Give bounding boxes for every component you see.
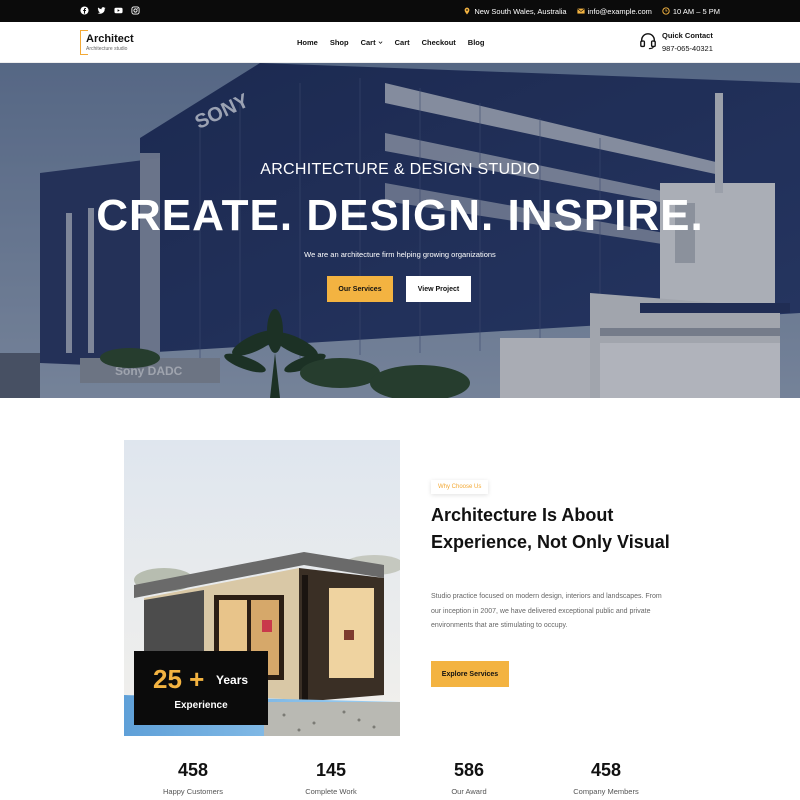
phone-number[interactable]: 987-065-40321 [662,44,713,53]
site-header: Architect Architecture studio Home Shop … [0,22,800,63]
hero-title: CREATE. DESIGN. INSPIRE. [96,191,704,240]
main-nav: Home Shop Cart Cart Checkout Blog [297,22,496,63]
map-pin-icon [464,7,470,15]
contact-info: New South Wales, Australia info@example.… [463,0,720,22]
stat-number: 458 [590,760,622,780]
stat-label: Our Award [451,787,487,796]
experience-plus: + [189,664,205,694]
stat-company-members: 458 Company Members [546,760,666,796]
nav-checkout[interactable]: Checkout [422,38,456,47]
nav-blog-label: Blog [467,38,485,47]
email-info[interactable]: info@example.com [576,6,652,16]
logo-subtitle: Architecture studio [86,46,128,52]
view-project-button[interactable]: View Project [406,276,471,302]
clock-icon [662,7,670,15]
nav-blog[interactable]: Blog [468,38,485,47]
facebook-icon[interactable] [80,6,89,15]
stat-label: Happy Customers [162,787,224,796]
nav-home-label: Home [297,38,318,47]
experience-years: Years [216,673,249,687]
social-links [80,6,140,15]
hero-section: SONY Sony DADC ARCHITECTURE & DESIGN STU… [0,63,800,398]
experience-value: 25 [153,664,182,694]
headset-icon [640,33,656,50]
instagram-icon[interactable] [131,6,140,15]
chevron-down-icon [378,41,383,44]
quick-contact-label: Quick Contact [662,31,713,40]
stat-number: 145 [315,760,347,780]
email-text: info@example.com [587,6,652,16]
why-choose-us-badge: Why Choose Us [431,480,489,494]
nav-shop[interactable]: Shop [330,38,349,47]
our-services-button[interactable]: Our Services [327,276,393,302]
about-text: Studio practice focused on modern design… [431,593,662,629]
twitter-icon[interactable] [97,6,106,15]
stat-our-award: 586 Our Award [409,760,529,796]
youtube-icon[interactable] [114,6,123,15]
stat-happy-customers: 458 Happy Customers [133,760,253,796]
experience-number: 25 + [153,664,204,695]
nav-shop-label: Shop [329,38,349,47]
nav-cart[interactable]: Cart [395,38,410,47]
logo-title: Architect [86,33,134,45]
hero-subtitle: ARCHITECTURE & DESIGN STUDIO [260,161,540,178]
nav-cart-label: Cart [360,38,376,47]
top-bar: New South Wales, Australia info@example.… [0,0,800,22]
stat-number: 458 [177,760,209,780]
hero-description: We are an architecture firm helping grow… [304,250,496,259]
location-text: New South Wales, Australia [474,6,567,16]
nav-cart-dropdown[interactable]: Cart [361,38,383,47]
nav-checkout-label: Checkout [421,38,456,47]
stat-number: 586 [453,760,485,780]
experience-badge: 25 + Years Experience [134,651,268,725]
logo[interactable]: Architect Architecture studio [80,30,136,55]
about-title: Architecture Is About Experience, Not On… [431,505,670,552]
nav-cart-label: Cart [394,38,410,47]
stat-complete-work: 145 Complete Work [271,760,391,796]
stat-label: Company Members [573,787,639,796]
location-info: New South Wales, Australia [463,6,567,16]
stat-label: Complete Work [305,787,357,796]
nav-home[interactable]: Home [297,38,318,47]
experience-label: Experience [174,700,228,711]
envelope-icon [576,8,585,14]
explore-services-button[interactable]: Explore Services [431,661,509,687]
hours-text: 10 AM – 5 PM [672,6,720,16]
hours-info: 10 AM – 5 PM [662,7,720,16]
